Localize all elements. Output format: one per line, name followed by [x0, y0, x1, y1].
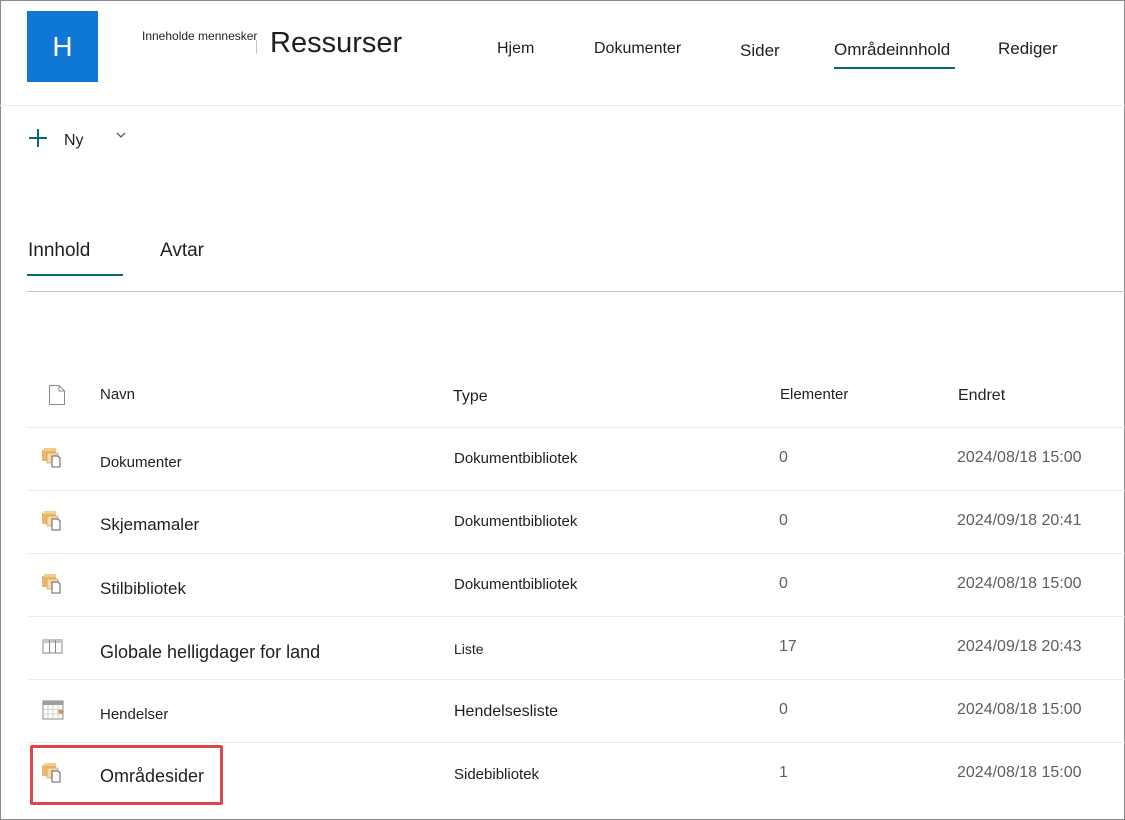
- table-row[interactable]: Hendelser Hendelsesliste 0 2024/08/18 15…: [27, 679, 1125, 742]
- site-title[interactable]: Ressurser: [270, 27, 402, 60]
- table-row[interactable]: Skjemamaler Dokumentbibliotek 0 2024/09/…: [27, 490, 1125, 553]
- row-item-count: 0: [779, 449, 788, 466]
- row-item-count: 0: [779, 512, 788, 529]
- row-type: Dokumentbibliotek: [454, 576, 578, 593]
- tab-subsites[interactable]: Avtar: [160, 240, 204, 262]
- nav-item-edit[interactable]: Rediger: [998, 39, 1058, 59]
- nav-active-indicator: [834, 67, 955, 69]
- document-library-icon: [42, 574, 61, 594]
- nav-item-home[interactable]: Hjem: [497, 40, 534, 58]
- row-item-count: 0: [779, 575, 788, 592]
- document-library-icon: [42, 448, 61, 468]
- row-type: Dokumentbibliotek: [454, 450, 578, 467]
- header-divider-line: [0, 105, 1125, 106]
- row-item-count: 17: [779, 638, 797, 655]
- site-subtitle: Inneholde mennesker: [142, 29, 258, 43]
- row-modified: 2024/08/18 15:00: [957, 449, 1082, 466]
- row-name-link[interactable]: Hendelser: [100, 706, 168, 723]
- row-type: Dokumentbibliotek: [454, 513, 578, 530]
- nav-item-documents[interactable]: Dokumenter: [594, 40, 681, 58]
- tab-active-indicator: [27, 274, 123, 276]
- column-header-name[interactable]: Navn: [100, 386, 135, 403]
- row-modified: 2024/08/18 15:00: [957, 764, 1082, 781]
- site-logo-letter: H: [52, 30, 73, 62]
- nav-item-pages[interactable]: Sider: [740, 41, 780, 61]
- row-type: Hendelsesliste: [454, 703, 559, 720]
- site-logo[interactable]: H: [27, 11, 98, 82]
- row-modified: 2024/08/18 15:00: [957, 701, 1082, 718]
- tab-divider-line: [27, 291, 1125, 292]
- new-button[interactable]: Ny: [28, 126, 84, 150]
- row-modified: 2024/09/18 20:41: [957, 512, 1082, 529]
- row-name-link[interactable]: Dokumenter: [100, 454, 182, 471]
- calendar-icon: [42, 700, 64, 720]
- header-divider: [256, 40, 257, 54]
- list-icon: [42, 639, 63, 654]
- row-modified: 2024/08/18 15:00: [957, 575, 1082, 592]
- table-row[interactable]: Dokumenter Dokumentbibliotek 0 2024/08/1…: [27, 427, 1125, 490]
- tab-contents[interactable]: Innhold: [28, 240, 90, 262]
- nav-item-site-contents[interactable]: Områdeinnhold: [834, 40, 950, 60]
- plus-icon: [28, 128, 48, 148]
- row-name-link[interactable]: Stilbibliotek: [100, 579, 186, 599]
- column-header-type[interactable]: Type: [453, 388, 488, 406]
- highlight-callout-box: [30, 745, 223, 805]
- row-item-count: 0: [779, 701, 788, 718]
- chevron-down-icon[interactable]: [114, 128, 128, 142]
- document-library-icon: [42, 511, 61, 531]
- row-name-link[interactable]: Globale helligdager for land: [100, 642, 320, 663]
- table-row[interactable]: Stilbibliotek Dokumentbibliotek 0 2024/0…: [27, 553, 1125, 616]
- column-header-items[interactable]: Elementer: [780, 386, 848, 403]
- new-button-label: Ny: [64, 132, 84, 149]
- table-row[interactable]: Globale helligdager for land Liste 17 20…: [27, 616, 1125, 679]
- row-modified: 2024/09/18 20:43: [957, 638, 1082, 655]
- row-item-count: 1: [779, 764, 788, 781]
- row-type: Liste: [454, 641, 484, 657]
- file-type-header-icon[interactable]: [47, 384, 67, 406]
- row-type: Sidebibliotek: [454, 766, 540, 783]
- column-header-modified[interactable]: Endret: [958, 387, 1005, 405]
- row-name-link[interactable]: Skjemamaler: [100, 515, 199, 535]
